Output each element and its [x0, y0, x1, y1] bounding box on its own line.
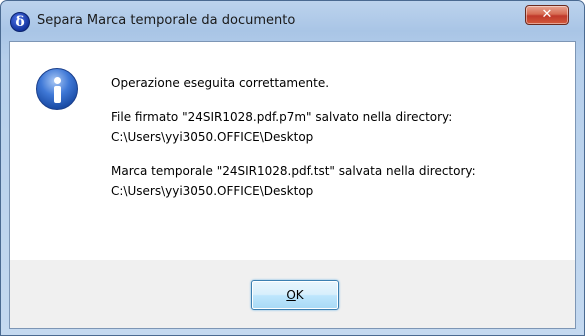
- dialog-window: δ Separa Marca temporale da documento ✕ …: [0, 0, 585, 336]
- message-signed-file: File firmato "24SIR1028.pdf.p7m" salvato…: [111, 110, 453, 124]
- close-icon: ✕: [541, 7, 553, 22]
- ok-button-mnemonic: O: [286, 288, 296, 302]
- message-timestamp-file: Marca temporale "24SIR1028.pdf.tst" salv…: [111, 164, 476, 178]
- message-status: Operazione eseguita correttamente.: [111, 76, 330, 90]
- close-button[interactable]: ✕: [525, 5, 569, 25]
- message-text: Operazione eseguita correttamente. File …: [111, 73, 571, 201]
- window-title: Separa Marca temporale da documento: [37, 13, 296, 28]
- ok-button[interactable]: OK: [251, 280, 339, 310]
- message-timestamp-file-path: C:\Users\yyi3050.OFFICE\Desktop: [111, 184, 314, 198]
- title-bar[interactable]: δ Separa Marca temporale da documento ✕: [1, 1, 584, 41]
- message-area: Operazione eseguita correttamente. File …: [10, 42, 575, 260]
- message-signed-file-path: C:\Users\yyi3050.OFFICE\Desktop: [111, 130, 314, 144]
- delta-logo-icon[interactable]: δ: [10, 12, 30, 32]
- dialog-body: Operazione eseguita correttamente. File …: [9, 41, 576, 329]
- info-icon: [36, 68, 78, 110]
- ok-button-label: K: [295, 288, 304, 302]
